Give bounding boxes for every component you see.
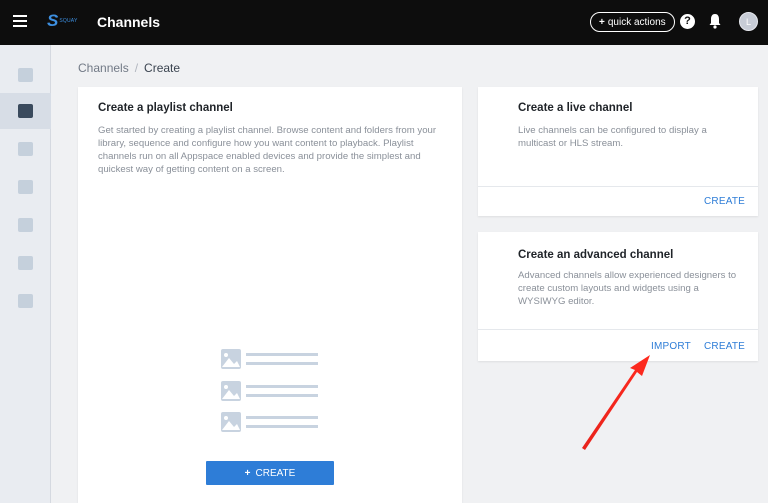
- breadcrumb-root[interactable]: Channels: [78, 61, 129, 75]
- playlist-illustration-row: [221, 349, 319, 371]
- channel-icon: [18, 104, 33, 118]
- quick-actions-label: quick actions: [607, 16, 666, 28]
- live-card-title: Create a live channel: [518, 102, 633, 114]
- placeholder-line: [246, 362, 318, 365]
- create-advanced-button[interactable]: CREATE: [704, 341, 745, 352]
- sidebar-item-tasks[interactable]: [0, 245, 51, 281]
- playlist-illustration-row: [221, 412, 319, 434]
- menu-icon[interactable]: [13, 15, 27, 27]
- playlist-card-title: Create a playlist channel: [98, 102, 233, 114]
- sidebar-item-devices[interactable]: [0, 169, 51, 205]
- sidebar-item-users[interactable]: [0, 207, 51, 243]
- advanced-channel-card: Create an advanced channel Advanced chan…: [478, 232, 758, 361]
- avatar[interactable]: L: [739, 12, 758, 31]
- card-divider: [478, 186, 758, 187]
- sidebar-item-dashboard[interactable]: [0, 57, 51, 93]
- playlist-card-description: Get started by creating a playlist chann…: [98, 125, 437, 175]
- placeholder-line: [246, 425, 318, 428]
- breadcrumb-separator: /: [134, 61, 139, 75]
- top-bar: S SQUAY Channels + quick actions ? L: [0, 0, 768, 45]
- card-divider: [478, 329, 758, 330]
- playlist-channel-card: Create a playlist channel Get started by…: [78, 87, 462, 503]
- breadcrumb-current: Create: [144, 61, 181, 75]
- image-placeholder-icon: [221, 381, 241, 401]
- image-placeholder-icon: [221, 412, 241, 432]
- advanced-card-title: Create an advanced channel: [518, 249, 674, 261]
- create-playlist-button[interactable]: + CREATE: [206, 461, 334, 485]
- bolt-icon: [18, 294, 33, 308]
- placeholder-line: [246, 353, 318, 356]
- placeholder-line: [246, 394, 318, 397]
- live-card-description: Live channels can be configured to displ…: [518, 125, 707, 149]
- sidebar-item-library[interactable]: [0, 131, 51, 167]
- placeholder-line: [246, 416, 318, 419]
- image-icon: [18, 142, 33, 156]
- create-playlist-label: CREATE: [255, 467, 296, 479]
- sidebar-item-channels[interactable]: [0, 93, 51, 129]
- live-channel-card: Create a live channel Live channels can …: [478, 87, 758, 216]
- app-logo[interactable]: S SQUAY: [47, 11, 77, 31]
- device-icon: [18, 180, 33, 194]
- quick-actions-button[interactable]: + quick actions: [590, 12, 675, 32]
- help-icon[interactable]: ?: [680, 14, 695, 29]
- app-title: Channels: [97, 14, 161, 30]
- playlist-illustration: [221, 349, 319, 435]
- advanced-card-description: Advanced channels allow experienced desi…: [518, 270, 737, 307]
- activity-icon: [18, 68, 33, 82]
- users-icon: [18, 218, 33, 232]
- placeholder-line: [246, 385, 318, 388]
- create-live-button[interactable]: CREATE: [704, 196, 745, 207]
- playlist-illustration-row: [221, 381, 319, 403]
- bell-icon[interactable]: [708, 13, 722, 29]
- image-placeholder-icon: [221, 349, 241, 369]
- sidebar: [0, 45, 51, 503]
- sidebar-item-extensions[interactable]: [0, 283, 51, 319]
- check-icon: [18, 256, 33, 270]
- annotation-arrow-icon: [582, 355, 650, 450]
- plus-icon: +: [599, 16, 605, 28]
- breadcrumb: Channels / Create: [78, 61, 180, 75]
- plus-icon: +: [244, 467, 251, 479]
